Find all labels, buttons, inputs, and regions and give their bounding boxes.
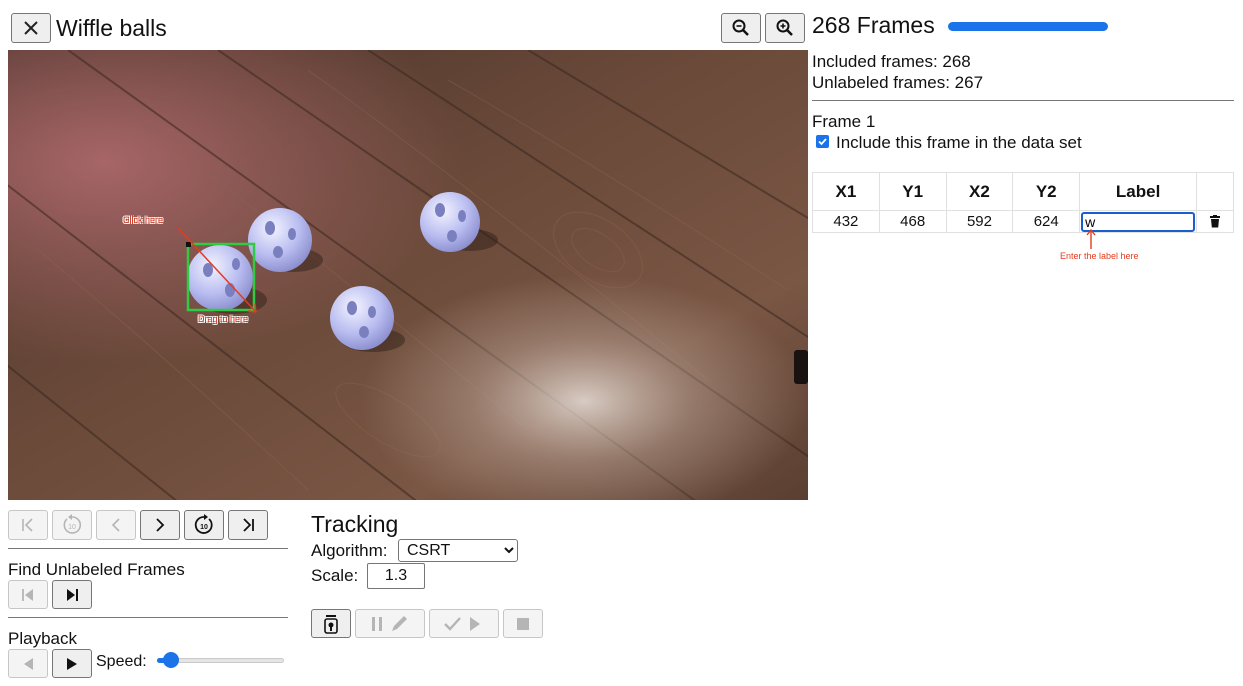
zoom-in-icon [776, 19, 793, 36]
labeling-progress-bar [948, 22, 1108, 31]
start-tracking-button[interactable] [311, 609, 351, 638]
algorithm-select[interactable]: CSRT [398, 539, 518, 562]
close-icon [24, 21, 38, 35]
column-header-x2: X2 [945, 172, 1014, 211]
wiffle-ball-3 [330, 286, 394, 350]
svg-text:10: 10 [200, 524, 208, 531]
included-frames-text: Included frames: 268 [812, 52, 971, 71]
svg-text:10: 10 [68, 524, 76, 531]
pause-edit-button[interactable] [355, 609, 425, 638]
play-reverse-button[interactable] [8, 649, 48, 678]
play-reverse-icon [24, 657, 33, 670]
page-title: Wiffle balls [56, 15, 167, 41]
include-frame-checkbox[interactable] [816, 135, 829, 148]
click-annotation: Click here [123, 215, 164, 225]
divider [812, 100, 1234, 101]
cell-label [1079, 210, 1198, 233]
frames-count-title: 268 Frames [812, 12, 935, 38]
forward-10-button[interactable]: 10 [184, 510, 224, 540]
checkmark-icon [818, 138, 827, 146]
table-header-row: X1 Y1 X2 Y2 Label [812, 172, 1234, 211]
wiffle-ball-1 [187, 245, 253, 311]
accept-continue-button[interactable] [429, 609, 499, 638]
video-frame[interactable] [8, 50, 808, 500]
previous-frame-icon [111, 518, 120, 532]
zoom-out-button[interactable] [721, 13, 761, 43]
next-frame-icon [156, 518, 165, 532]
column-header-label: Label [1079, 172, 1198, 211]
divider [8, 617, 288, 618]
speed-slider[interactable] [157, 651, 284, 669]
first-frame-icon [22, 518, 33, 532]
trash-icon[interactable] [1209, 215, 1221, 228]
next-unlabeled-icon [67, 588, 78, 601]
stop-tracking-button[interactable] [503, 609, 543, 638]
zoom-in-button[interactable] [765, 13, 805, 43]
unlabeled-frames-text: Unlabeled frames: 267 [812, 73, 984, 92]
next-frame-button[interactable] [140, 510, 180, 540]
start-tracking-icon [324, 614, 338, 634]
tracking-heading: Tracking [311, 511, 399, 537]
play-button[interactable] [52, 649, 92, 678]
wiffle-ball-2 [248, 208, 312, 272]
speed-label: Speed: [96, 653, 147, 670]
stop-icon [517, 617, 529, 630]
column-header-actions [1196, 172, 1234, 211]
last-frame-button[interactable] [228, 510, 268, 540]
play-icon [67, 657, 77, 670]
pause-edit-icon [372, 615, 407, 631]
label-input[interactable] [1081, 211, 1196, 232]
cell-y2: 624 [1012, 210, 1081, 233]
scale-input[interactable] [367, 563, 425, 589]
wiffle-ball-4 [420, 192, 480, 252]
algorithm-label: Algorithm: [311, 541, 388, 560]
previous-unlabeled-button[interactable] [8, 580, 48, 609]
frame-heading: Frame 1 [812, 112, 876, 131]
table-row: 432 468 592 624 [812, 210, 1234, 233]
close-button[interactable] [11, 13, 51, 43]
zoom-out-icon [732, 19, 749, 36]
cell-y1: 468 [878, 210, 947, 233]
column-header-x1: X1 [812, 172, 880, 211]
scale-label: Scale: [311, 566, 359, 585]
cell-x2: 592 [945, 210, 1014, 233]
column-header-y1: Y1 [878, 172, 947, 211]
accept-continue-icon [444, 616, 480, 631]
bounding-boxes-table: X1 Y1 X2 Y2 Label 432 468 592 624 [812, 172, 1234, 233]
speed-slider-thumb[interactable] [162, 652, 179, 668]
label-pointer-arrow [1086, 229, 1096, 249]
last-frame-icon [243, 518, 254, 532]
cell-x1: 432 [812, 210, 880, 233]
column-header-y2: Y2 [1012, 172, 1081, 211]
back-10-icon: 10 [63, 514, 82, 534]
drag-annotation: Drag to here [198, 314, 249, 324]
previous-unlabeled-icon [22, 588, 33, 601]
next-unlabeled-button[interactable] [52, 580, 92, 609]
first-frame-button[interactable] [8, 510, 48, 540]
previous-frame-button[interactable] [96, 510, 136, 540]
back-10-button[interactable]: 10 [52, 510, 92, 540]
forward-10-icon: 10 [194, 514, 213, 534]
label-annotation: Enter the label here [1060, 251, 1139, 261]
playback-heading: Playback [8, 629, 77, 648]
cell-delete [1196, 210, 1234, 233]
include-frame-label: Include this frame in the data set [836, 133, 1082, 152]
find-unlabeled-heading: Find Unlabeled Frames [8, 560, 185, 579]
divider [8, 548, 288, 549]
